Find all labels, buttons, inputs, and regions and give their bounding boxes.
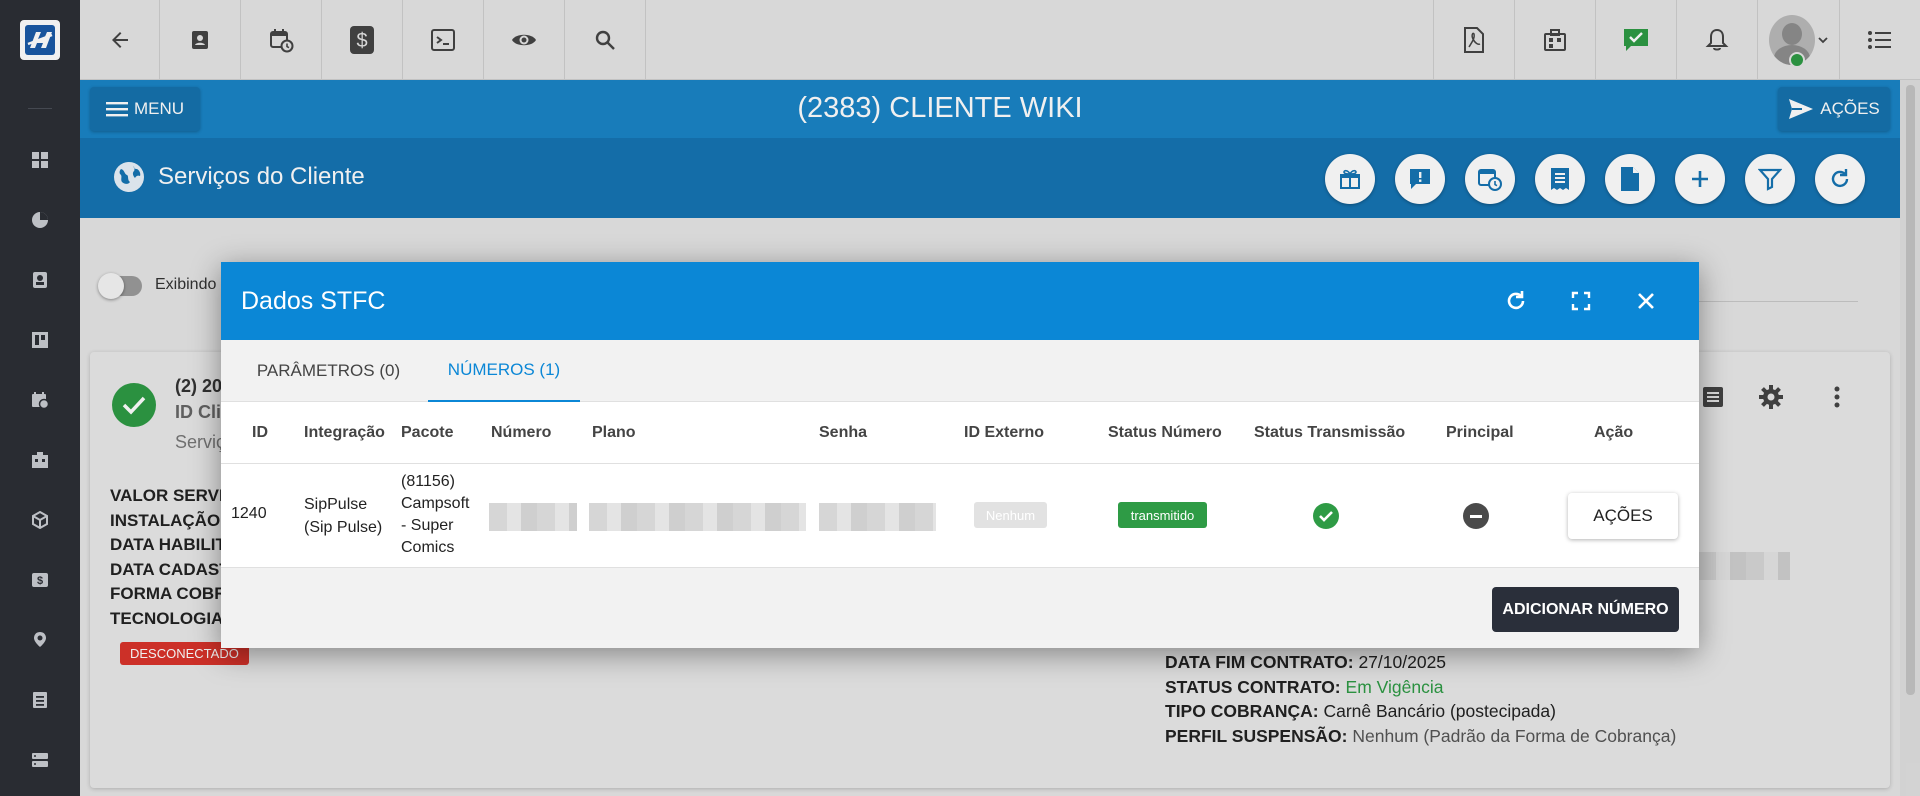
tab-numeros[interactable]: NÚMEROS (1) xyxy=(428,340,580,402)
column-header: ID xyxy=(252,424,268,441)
column-header: Integração xyxy=(304,424,385,441)
modal-fullscreen-button[interactable] xyxy=(1565,285,1597,317)
redacted-senha xyxy=(819,503,936,531)
modal-refresh-button[interactable] xyxy=(1500,285,1532,317)
id-externo-badge: Nenhum xyxy=(974,502,1047,528)
column-header: Pacote xyxy=(401,424,454,441)
cell-pacote: (81156) Campsoft - Super Comics xyxy=(401,473,470,556)
column-header: Plano xyxy=(592,424,636,441)
minus-circle-icon xyxy=(1463,503,1489,529)
modal-footer: ADICIONAR NÚMERO xyxy=(221,568,1699,648)
table-row: 1240 SipPulse (Sip Pulse) (81156) Campso… xyxy=(221,464,1699,568)
modal-close-button[interactable] xyxy=(1630,285,1662,317)
refresh-icon xyxy=(1507,291,1525,310)
status-numero-badge: transmitido xyxy=(1118,502,1207,528)
cell-id: 1240 xyxy=(231,505,267,522)
column-header: Número xyxy=(491,424,552,441)
redacted-plano xyxy=(589,503,806,531)
tab-parametros[interactable]: PARÂMETROS (0) xyxy=(241,340,416,402)
modal-tabs: PARÂMETROS (0) NÚMEROS (1) xyxy=(221,340,1699,402)
column-header: Status Número xyxy=(1108,424,1222,441)
redacted-numero xyxy=(489,503,577,531)
add-number-button[interactable]: ADICIONAR NÚMERO xyxy=(1492,587,1679,632)
fullscreen-icon xyxy=(1571,291,1591,311)
column-header: Principal xyxy=(1446,424,1514,441)
table-header: ID Integração Pacote Número Plano Senha … xyxy=(221,402,1699,464)
close-icon xyxy=(1638,293,1654,309)
column-header: Ação xyxy=(1594,424,1634,441)
modal-title: Dados STFC xyxy=(241,287,386,315)
modal-header: Dados STFC xyxy=(221,262,1699,340)
column-header: Senha xyxy=(819,424,868,441)
dados-stfc-modal: Dados STFC PARÂMETROS (0) NÚMEROS (1) ID… xyxy=(221,262,1699,648)
check-circle-icon xyxy=(1313,503,1339,529)
cell-integracao: SipPulse (Sip Pulse) xyxy=(304,496,383,536)
column-header: ID Externo xyxy=(964,424,1045,441)
column-header: Status Transmissão xyxy=(1254,424,1406,441)
row-acoes-button[interactable]: AÇÕES xyxy=(1568,493,1678,539)
